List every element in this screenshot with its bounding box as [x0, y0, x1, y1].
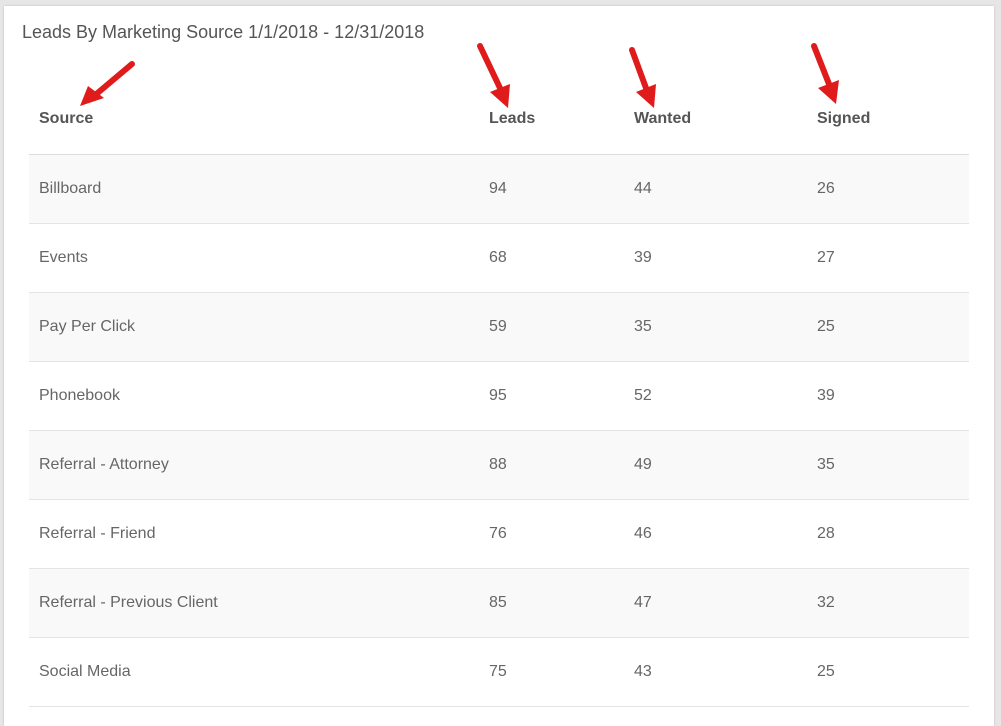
cell-source: Social Media — [39, 663, 131, 680]
cell-leads: 76 — [489, 525, 507, 542]
column-header-leads[interactable]: Leads — [489, 110, 535, 128]
cell-source: Phonebook — [39, 387, 120, 404]
red-arrow-icon-leads — [477, 43, 510, 108]
cell-source: Referral - Attorney — [39, 456, 169, 473]
cell-wanted: 35 — [634, 318, 652, 335]
cell-wanted: 46 — [634, 525, 652, 542]
red-arrow-icon-wanted — [629, 47, 656, 108]
table-row: Referral - Previous Client 85 47 32 — [29, 569, 969, 638]
cell-leads: 85 — [489, 594, 507, 611]
column-header-signed[interactable]: Signed — [817, 110, 870, 128]
cell-source: Pay Per Click — [39, 318, 136, 335]
cell-leads: 94 — [489, 180, 507, 197]
cell-leads: 68 — [489, 249, 507, 266]
cell-wanted: 49 — [634, 456, 652, 473]
cell-source: Referral - Friend — [39, 525, 156, 542]
table-row: Social Media 75 43 25 — [29, 638, 969, 707]
cell-source: Billboard — [39, 180, 102, 197]
cell-leads: 95 — [489, 387, 507, 404]
cell-wanted: 43 — [634, 663, 652, 680]
table-row: Billboard 94 44 26 — [29, 155, 969, 224]
table-row: Events 68 39 27 — [29, 224, 969, 293]
cell-signed: 35 — [817, 456, 835, 473]
cell-leads: 59 — [489, 318, 507, 335]
table-row: Referral - Attorney 88 49 35 — [29, 431, 969, 500]
cell-source: Referral - Previous Client — [39, 594, 218, 611]
cell-signed: 27 — [817, 249, 835, 266]
cell-signed: 28 — [817, 525, 835, 542]
cell-signed: 32 — [817, 594, 835, 611]
table-row: Referral - Friend 76 46 28 — [29, 500, 969, 569]
cell-wanted: 39 — [634, 249, 652, 266]
cell-leads: 88 — [489, 456, 507, 473]
cell-wanted: 52 — [634, 387, 652, 404]
column-header-wanted[interactable]: Wanted — [634, 110, 691, 128]
leads-table: Source Leads Wanted Signed Billboard 94 … — [29, 86, 969, 707]
cell-wanted: 47 — [634, 594, 652, 611]
cell-signed: 39 — [817, 387, 835, 404]
cell-wanted: 44 — [634, 180, 652, 197]
cell-leads: 75 — [489, 663, 507, 680]
red-arrow-icon-source — [80, 61, 135, 106]
table-row: Pay Per Click 59 35 25 — [29, 293, 969, 362]
table-row: Phonebook 95 52 39 — [29, 362, 969, 431]
column-header-source[interactable]: Source — [39, 110, 93, 128]
cell-signed: 25 — [817, 318, 835, 335]
report-title: Leads By Marketing Source 1/1/2018 - 12/… — [22, 22, 425, 42]
cell-signed: 25 — [817, 663, 835, 680]
red-arrow-icon-signed — [811, 43, 839, 104]
cell-source: Events — [39, 249, 88, 266]
report-card: Leads By Marketing Source 1/1/2018 - 12/… — [4, 6, 994, 726]
cell-signed: 26 — [817, 180, 835, 197]
